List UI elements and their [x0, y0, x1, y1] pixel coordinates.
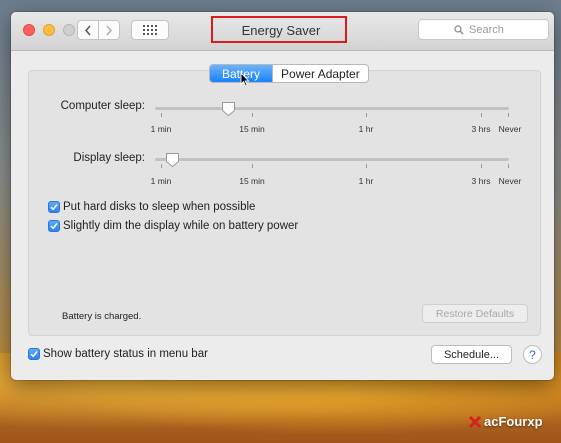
grid-icon	[143, 25, 157, 35]
restore-defaults-button[interactable]: Restore Defaults	[422, 304, 528, 323]
hard-disk-sleep-label[interactable]: Put hard disks to sleep when possible	[63, 201, 255, 213]
dim-display-checkbox[interactable]	[48, 220, 60, 232]
dim-display-label[interactable]: Slightly dim the display while on batter…	[63, 220, 298, 232]
tick-label-never: Never	[498, 176, 522, 186]
tick-label-15min: 15 min	[239, 124, 265, 134]
search-input[interactable]	[469, 23, 513, 36]
slider-thumb[interactable]	[221, 101, 236, 117]
tick-label-1min: 1 min	[150, 124, 172, 134]
zoom-window-button[interactable]	[63, 24, 75, 36]
tick-label-1hr: 1 hr	[358, 124, 374, 134]
checkmark-icon	[30, 351, 38, 358]
slider-thumb[interactable]	[165, 152, 180, 168]
back-button[interactable]	[77, 20, 99, 40]
tick-label-1min: 1 min	[150, 176, 172, 186]
forward-button[interactable]	[98, 20, 120, 40]
chevron-left-icon	[84, 25, 91, 35]
search-field[interactable]	[418, 19, 549, 40]
tick-label-3hrs: 3 hrs	[471, 176, 491, 186]
slider-track	[155, 158, 509, 161]
tab-power-adapter[interactable]: Power Adapter	[272, 65, 368, 82]
title-highlight-box	[211, 16, 347, 43]
schedule-button[interactable]: Schedule...	[431, 345, 512, 364]
battery-status-text: Battery is charged.	[62, 311, 142, 322]
help-button[interactable]: ?	[523, 345, 542, 364]
computer-sleep-label: Computer sleep:	[60, 100, 145, 112]
display-sleep-label: Display sleep:	[73, 152, 145, 164]
energy-saver-window: Energy Saver Battery Power Adapter Compu…	[11, 12, 554, 380]
power-source-tabs: Battery Power Adapter	[209, 64, 369, 83]
minimize-window-button[interactable]	[43, 24, 55, 36]
title-bar: Energy Saver	[11, 12, 554, 51]
tick-label-15min: 15 min	[239, 176, 265, 186]
checkmark-icon	[50, 223, 58, 230]
chevron-right-icon	[106, 25, 113, 35]
x-logo-icon	[468, 415, 482, 428]
hard-disk-sleep-checkbox[interactable]	[48, 201, 60, 213]
checkmark-icon	[50, 204, 58, 211]
tick-label-never: Never	[498, 124, 522, 134]
show-all-button[interactable]	[131, 20, 169, 40]
watermark-logo: acFourxp	[468, 414, 543, 429]
mouse-pointer-icon	[240, 72, 250, 87]
watermark-text: acFourxp	[484, 414, 543, 429]
search-icon	[454, 24, 464, 34]
close-window-button[interactable]	[23, 24, 35, 36]
tick-label-1hr: 1 hr	[358, 176, 374, 186]
tick-label-3hrs: 3 hrs	[471, 124, 491, 134]
slider-track	[155, 107, 509, 110]
show-battery-status-label[interactable]: Show battery status in menu bar	[43, 348, 208, 360]
show-battery-status-checkbox[interactable]	[28, 348, 40, 360]
